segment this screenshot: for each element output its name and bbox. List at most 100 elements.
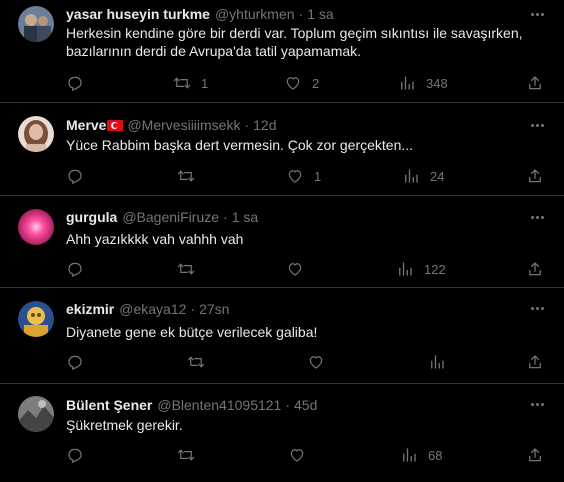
retweet-button[interactable] (177, 167, 205, 185)
user-handle[interactable]: @yhturkmen (215, 6, 295, 22)
tweet-text: Şükretmek gerekir. (66, 417, 183, 433)
retweet-button[interactable] (177, 260, 205, 278)
like-icon (290, 449, 304, 462)
views-icon (431, 355, 444, 369)
tweet-actions: 1 2 348 (66, 74, 544, 92)
tweet-actions: 68 (66, 446, 544, 464)
timestamp[interactable]: 1 sa (232, 209, 258, 225)
views-button[interactable]: 348 (398, 74, 448, 92)
reply-button[interactable] (66, 353, 94, 371)
retweet-icon (187, 356, 205, 368)
tweet-3[interactable]: ekizmir @ekaya12 · 27sn Diyanete gene ek… (0, 288, 564, 384)
share-button[interactable] (526, 167, 544, 185)
share-button[interactable] (526, 446, 544, 464)
avatar[interactable] (18, 301, 54, 337)
tweet-header: Bülent Şener @Blenten41095121 · 45d (66, 396, 317, 414)
reply-icon (68, 262, 82, 277)
timestamp[interactable]: 27sn (199, 301, 229, 317)
reply-button[interactable] (66, 260, 94, 278)
more-icon[interactable] (528, 117, 546, 133)
like-button[interactable] (286, 260, 314, 278)
more-icon[interactable] (528, 209, 546, 225)
views-count: 348 (426, 75, 448, 91)
tweet-text: Yüce Rabbim başka dert vermesin. Çok zor… (66, 137, 414, 153)
share-button[interactable] (526, 353, 544, 371)
reply-icon (68, 76, 82, 91)
share-icon (529, 448, 541, 462)
views-button[interactable] (428, 353, 456, 371)
retweet-button[interactable] (177, 446, 205, 464)
like-button[interactable] (307, 353, 335, 371)
display-name[interactable]: Merve (66, 117, 106, 133)
timestamp[interactable]: 12d (253, 117, 276, 133)
like-button[interactable] (288, 446, 316, 464)
separator-dot: · (244, 117, 250, 133)
views-count: 24 (430, 168, 445, 184)
avatar[interactable] (18, 116, 54, 152)
views-icon (399, 262, 412, 276)
views-button[interactable]: 122 (396, 260, 446, 278)
share-button[interactable] (526, 74, 544, 92)
avatar[interactable] (18, 396, 54, 432)
like-icon (309, 356, 323, 369)
user-handle[interactable]: @Blenten41095121 (157, 397, 281, 413)
tweet-actions: 1 24 (66, 167, 544, 185)
retweet-count: 1 (201, 75, 209, 91)
share-icon (529, 169, 541, 183)
reply-button[interactable] (66, 446, 94, 464)
share-icon (529, 355, 541, 369)
views-button[interactable]: 68 (400, 446, 442, 464)
like-count: 1 (314, 168, 322, 184)
retweet-button[interactable]: 1 (173, 74, 208, 92)
separator-dot: · (298, 6, 304, 22)
like-icon (288, 263, 302, 276)
display-name[interactable]: Bülent Şener (66, 397, 152, 413)
views-icon (401, 76, 414, 90)
tweet-text: Herkesin kendine göre bir derdi var. Top… (66, 25, 523, 59)
like-button[interactable]: 1 (286, 167, 321, 185)
tweet-1[interactable]: Merve @Mervesiiiimsekk · 12d Yüce Rabbim… (0, 103, 564, 196)
more-icon[interactable] (528, 396, 546, 412)
reply-icon (68, 448, 82, 463)
tweet-actions (66, 353, 544, 371)
tweet-2[interactable]: gurgula @BageniFiruze · 1 sa Ahh yazıkkk… (0, 196, 564, 288)
views-count: 68 (428, 447, 443, 463)
tweet-text: Diyanete gene ek bütçe verilecek galiba! (66, 324, 318, 340)
separator-dot: · (223, 209, 228, 225)
display-name[interactable]: ekizmir (66, 301, 114, 317)
more-icon[interactable] (528, 6, 546, 22)
avatar[interactable] (18, 209, 54, 245)
views-button[interactable]: 24 (402, 167, 444, 185)
reply-icon (68, 355, 82, 370)
reply-button[interactable] (66, 74, 94, 92)
tweet-4[interactable]: Bülent Şener @Blenten41095121 · 45d Şükr… (0, 384, 564, 482)
separator-dot: · (190, 301, 196, 317)
reply-button[interactable] (66, 167, 94, 185)
avatar[interactable] (18, 6, 54, 42)
display-name[interactable]: gurgula (66, 209, 117, 225)
share-icon (529, 76, 541, 90)
views-icon (403, 448, 416, 462)
like-icon (288, 170, 302, 183)
user-handle[interactable]: @ekaya12 (119, 301, 186, 317)
tweet-actions: 122 (66, 260, 544, 278)
tweet-header: Merve @Mervesiiiimsekk · 12d (66, 116, 277, 134)
retweet-button[interactable] (187, 353, 215, 371)
timestamp[interactable]: 1 sa (307, 6, 333, 22)
reply-feed: yasar huseyin turkme @yhturkmen · 1 sa H… (0, 0, 564, 482)
share-button[interactable] (526, 260, 544, 278)
user-handle[interactable]: @Mervesiiiimsekk (127, 117, 240, 133)
share-icon (529, 262, 541, 276)
like-button[interactable]: 2 (284, 74, 319, 92)
retweet-icon (173, 77, 191, 89)
reply-icon (68, 169, 82, 184)
more-icon[interactable] (528, 300, 546, 316)
user-handle[interactable]: @BageniFiruze (122, 209, 219, 225)
timestamp[interactable]: 45d (294, 397, 317, 413)
tweet-header: ekizmir @ekaya12 · 27sn (66, 300, 229, 318)
tweet-header: gurgula @BageniFiruze · 1 sa (66, 208, 258, 226)
tweet-0[interactable]: yasar huseyin turkme @yhturkmen · 1 sa H… (0, 0, 564, 103)
display-name[interactable]: yasar huseyin turkme (66, 6, 210, 22)
retweet-icon (177, 449, 195, 461)
turkish-flag-icon (107, 119, 124, 131)
